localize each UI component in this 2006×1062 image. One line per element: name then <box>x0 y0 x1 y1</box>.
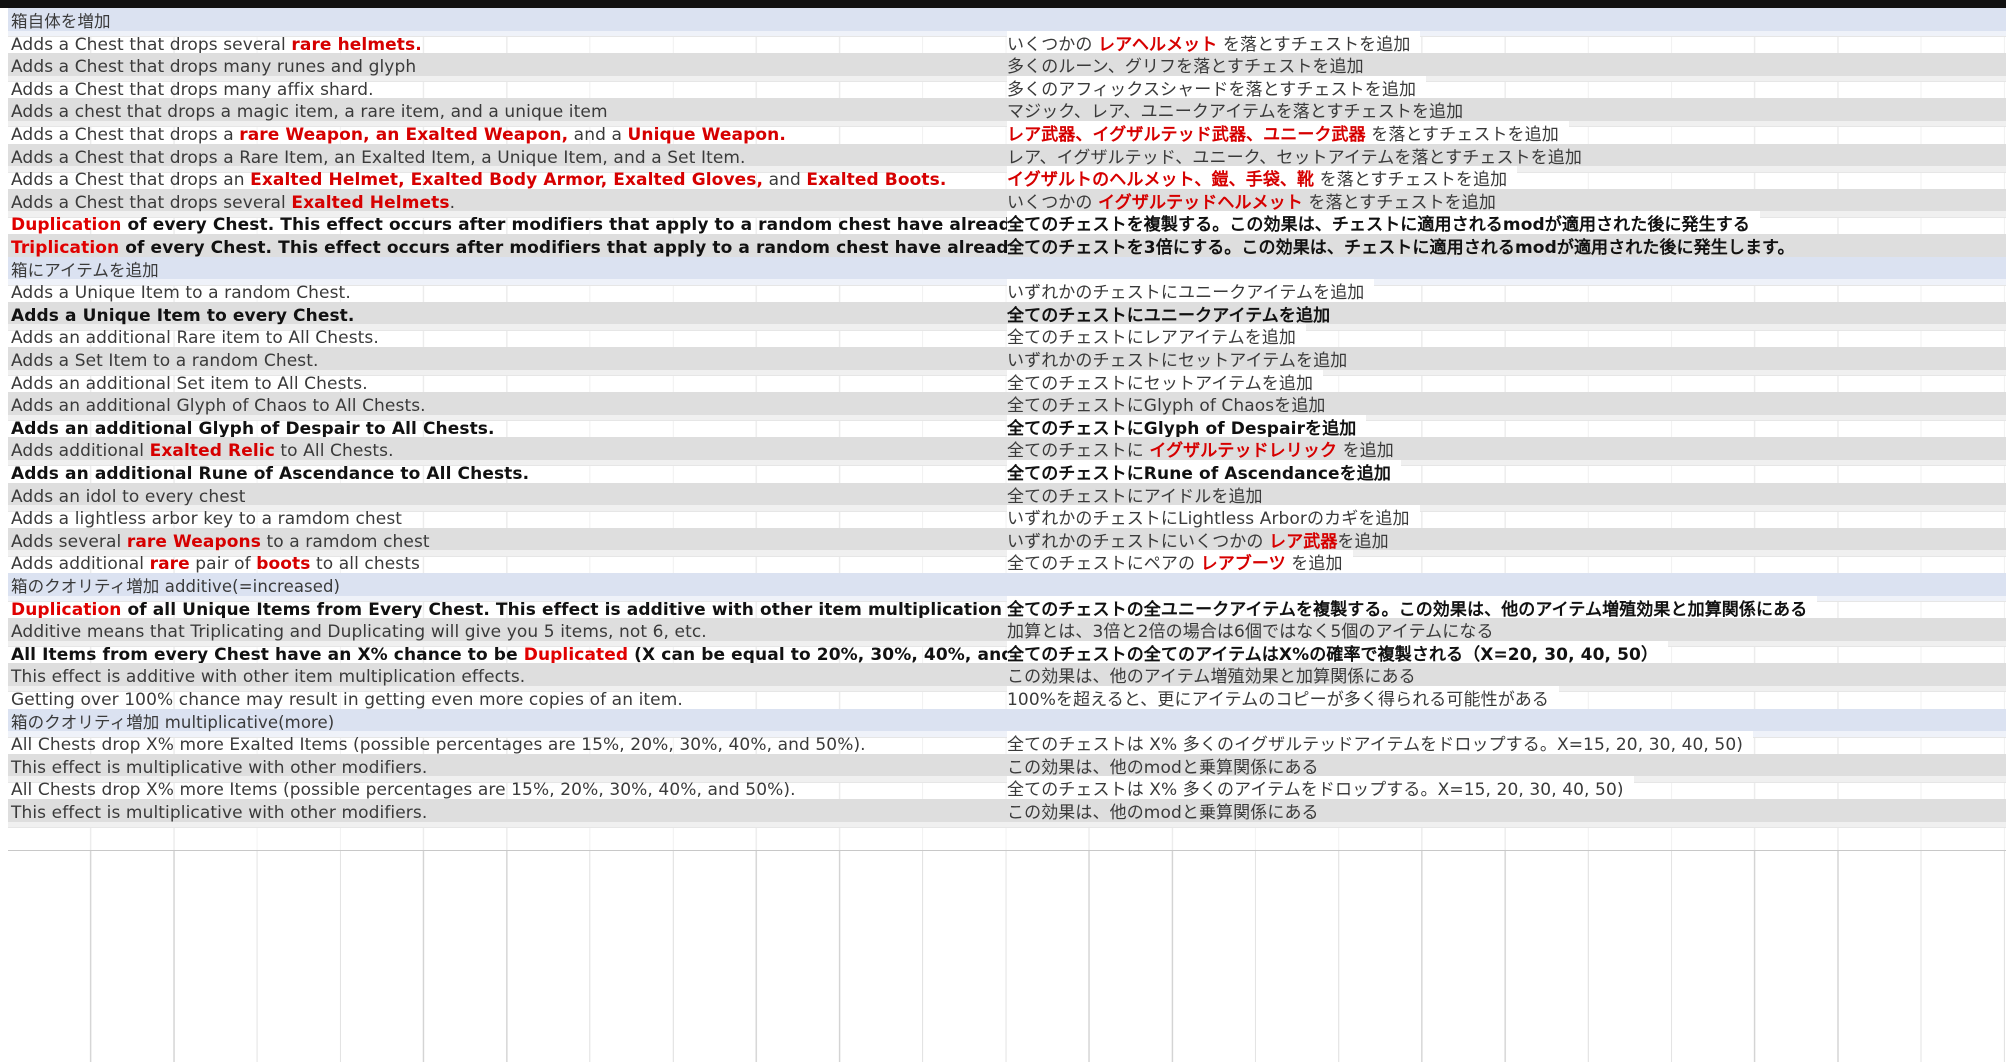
column-header-strip[interactable] <box>0 0 2006 8</box>
empty-row[interactable] <box>8 821 2006 851</box>
spreadsheet-grid[interactable]: 箱自体を増加 Adds a Chest that drops several r… <box>0 0 2006 1062</box>
